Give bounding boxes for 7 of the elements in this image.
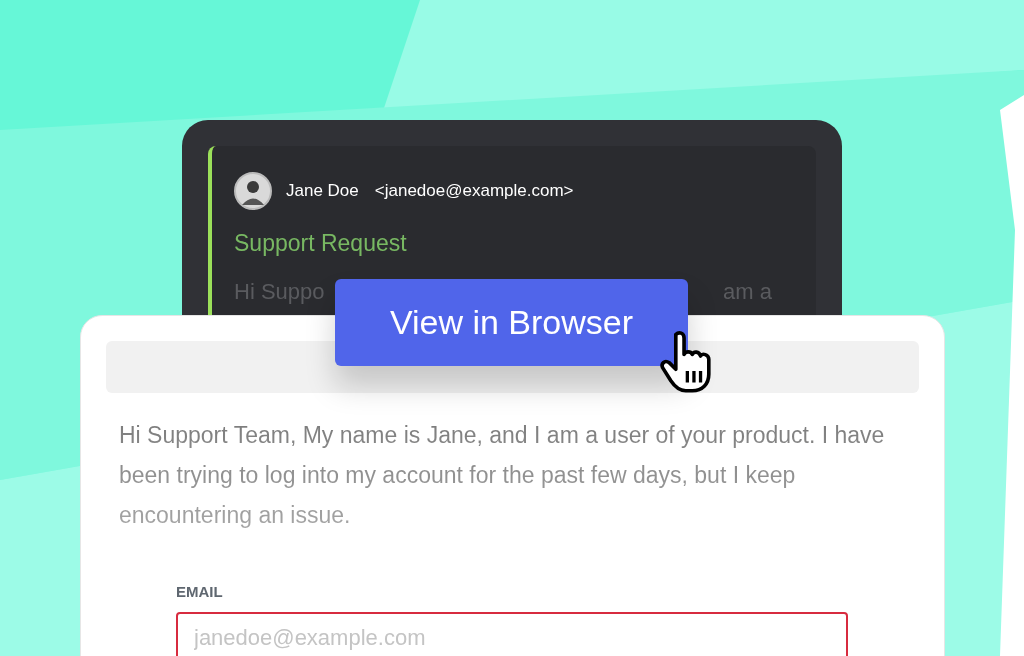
sender-email: <janedoe@example.com> — [374, 180, 574, 203]
avatar — [234, 172, 272, 210]
field-label: EMAIL — [176, 582, 224, 602]
view-in-browser-button[interactable]: View in Browser — [335, 279, 688, 366]
email-input[interactable]: janedoe@example.com — [176, 611, 848, 656]
sender-name: Jane Doe — [286, 180, 359, 203]
email-subject: Support Request — [234, 229, 408, 258]
